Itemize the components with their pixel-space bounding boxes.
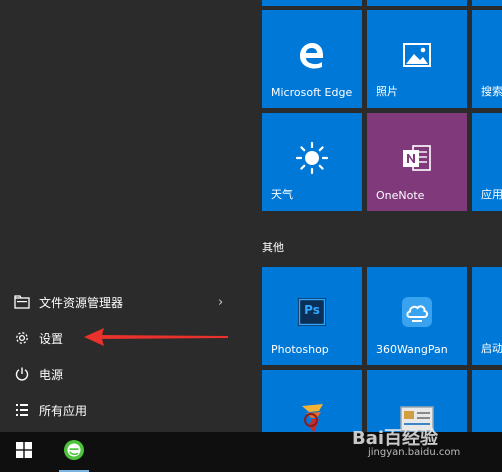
tile-label: 应用 [481,188,502,201]
tile-search[interactable]: 搜索 [472,10,502,108]
cloud-icon [402,297,432,331]
tile-area: Microsoft Edge 照片 搜索 天气 OneNote 应用 其他 Ps… [250,0,502,432]
tile-group-label: 其他 [262,241,284,254]
list-icon [13,401,31,419]
photos-icon [403,43,431,71]
tile-microsoft-edge[interactable]: Microsoft Edge [262,10,362,108]
menu-item-label: 设置 [39,331,64,346]
menu-item-label: 文件资源管理器 [39,295,124,310]
red-arrow-annotation [84,328,228,346]
windows-icon [16,442,32,462]
menu-item-power[interactable]: 电源 [0,357,250,391]
tile-photoshop[interactable]: Ps Photoshop [262,267,362,365]
tile-card[interactable] [367,370,467,432]
tile-label: 启动 [481,342,502,355]
tile-partial[interactable] [262,0,362,6]
tile-photos[interactable]: 照片 [367,10,467,108]
start-button[interactable] [0,432,48,472]
tile-label: 360WangPan [376,343,448,356]
photoshop-icon: Ps [298,298,326,330]
gear-icon [13,329,31,347]
photoshop-icon-text: Ps [304,303,320,318]
taskbar-app-browser[interactable] [56,432,92,472]
sun-icon [295,141,329,179]
tile-onenote[interactable]: OneNote [367,113,467,211]
game-icon [297,402,327,432]
watermark-url: jingyan.baidu.com [368,447,461,458]
menu-item-label: 电源 [39,367,64,382]
menu-item-file-explorer[interactable]: 文件资源管理器 › [0,285,250,319]
ie-browser-icon [63,439,85,465]
folder-icon [13,293,31,311]
tile-label: OneNote [376,189,425,202]
tile-partial[interactable] [367,0,467,6]
onenote-icon [400,141,434,179]
tile-game[interactable] [262,370,362,432]
tile-label: 天气 [271,188,293,201]
edge-icon [297,40,327,74]
tile-360wangpan[interactable]: 360WangPan [367,267,467,365]
tile-label: 照片 [376,85,398,98]
tile-label: Photoshop [271,343,329,356]
tile-label: Microsoft Edge [271,86,353,99]
menu-item-label: 所有应用 [39,403,88,418]
chevron-right-icon[interactable]: › [218,295,223,310]
tile-label: 搜索 [481,85,502,98]
start-menu-left-pane: 文件资源管理器 › 设置 电源 所有应用 [0,0,250,432]
tile-partial[interactable] [472,370,502,432]
tile-launcher[interactable]: 启动 [472,267,502,365]
tile-store[interactable]: 应用 [472,113,502,211]
tile-weather[interactable]: 天气 [262,113,362,211]
menu-item-all-apps[interactable]: 所有应用 [0,393,250,427]
tile-partial[interactable] [472,0,502,6]
power-icon [13,365,31,383]
